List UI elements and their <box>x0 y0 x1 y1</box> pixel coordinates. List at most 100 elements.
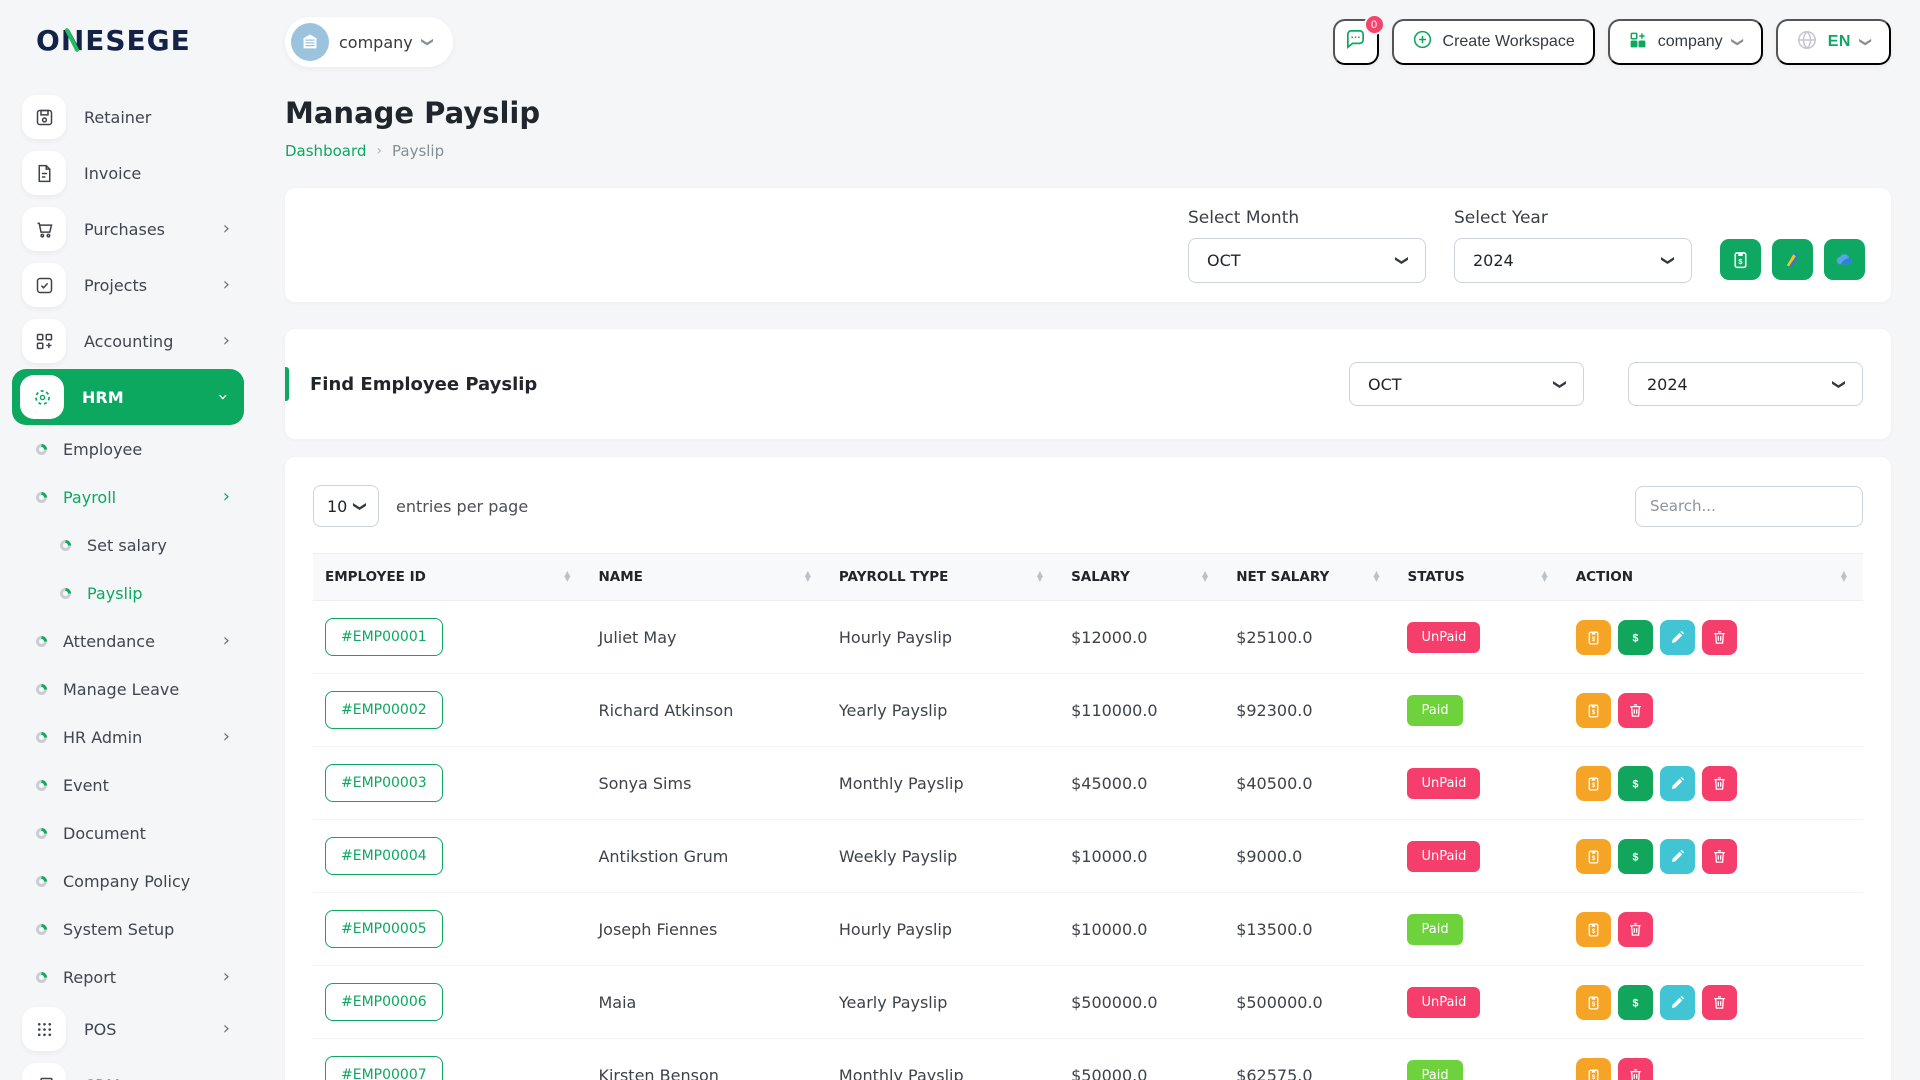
employee-id-link[interactable]: #EMP00002 <box>325 691 443 729</box>
edit-payslips-button[interactable] <box>1772 238 1813 280</box>
pay-button[interactable]: $ <box>1617 984 1653 1020</box>
company-menu-button[interactable]: company ❯ <box>1607 19 1763 65</box>
pay-button[interactable]: $ <box>1617 838 1653 874</box>
payroll-type: Hourly Payslip <box>826 892 1060 966</box>
row-actions: $ $ <box>1563 819 1863 893</box>
sidebar-item-accounting[interactable]: Accounting › <box>0 313 256 369</box>
payroll-type: Monthly Payslip <box>826 746 1060 820</box>
sidebar-item-payslip[interactable]: Payslip <box>0 569 256 617</box>
delete-button[interactable] <box>1701 765 1737 801</box>
main-content: company ❯ 0 Create Workspace company ❯ E… <box>256 0 1920 1080</box>
delete-button[interactable] <box>1617 692 1653 728</box>
export-payslips-button[interactable] <box>1824 238 1865 280</box>
sidebar-item-label: HR Admin <box>63 727 143 747</box>
delete-button[interactable] <box>1701 619 1737 655</box>
employee-name: Sonya Sims <box>586 746 827 820</box>
sort-icon[interactable]: ▲ ▼ <box>805 570 811 583</box>
column-header-employee-id[interactable]: EMPLOYEE ID ▲ ▼ <box>313 553 587 601</box>
sidebar-item-payroll[interactable]: Payroll › <box>0 473 256 521</box>
column-header-action[interactable]: ACTION ▲ ▼ <box>1563 553 1863 601</box>
workspace-selector[interactable]: company ❯ <box>285 17 453 67</box>
messages-button[interactable]: 0 <box>1332 14 1385 65</box>
payslip-icon: $ <box>1585 629 1602 646</box>
sidebar-item-document[interactable]: Document <box>0 809 256 857</box>
column-header-salary[interactable]: SALARY ▲ ▼ <box>1059 553 1225 601</box>
employee-id-link[interactable]: #EMP00004 <box>325 837 443 875</box>
sidebar-item-hrm[interactable]: HRM › <box>12 369 244 425</box>
breadcrumb-dashboard-link[interactable]: Dashboard <box>285 142 366 160</box>
pay-button[interactable]: $ <box>1617 619 1653 655</box>
sort-icon[interactable]: ▲ ▼ <box>1542 570 1548 583</box>
delete-button[interactable] <box>1701 984 1737 1020</box>
column-header-name[interactable]: NAME ▲ ▼ <box>586 553 827 601</box>
column-header-status[interactable]: STATUS ▲ ▼ <box>1395 553 1564 601</box>
edit-button[interactable] <box>1659 619 1695 655</box>
sidebar-item-projects[interactable]: Projects › <box>0 257 256 313</box>
sidebar-item-attendance[interactable]: Attendance › <box>0 617 256 665</box>
dot-icon <box>60 539 71 551</box>
row-actions: $ $ <box>1563 746 1863 820</box>
find-year-select[interactable]: 2024 ❯ <box>1628 362 1863 406</box>
dot-icon <box>36 731 47 743</box>
language-selector[interactable]: EN ❯ <box>1775 19 1891 65</box>
delete-button[interactable] <box>1617 911 1653 947</box>
payslip-button[interactable]: $ <box>1575 692 1611 728</box>
create-workspace-button[interactable]: Create Workspace <box>1391 19 1595 65</box>
find-month-select[interactable]: OCT ❯ <box>1349 362 1584 406</box>
sidebar-item-event[interactable]: Event <box>0 761 256 809</box>
sidebar-item-system-setup[interactable]: System Setup <box>0 905 256 953</box>
employee-id-link[interactable]: #EMP00003 <box>325 764 443 802</box>
sidebar-item-report[interactable]: Report › <box>0 953 256 1001</box>
payroll-type: Yearly Payslip <box>826 673 1060 747</box>
bulk-payslip-button[interactable]: $ <box>1720 238 1761 280</box>
sidebar-item-retainer[interactable]: Retainer <box>0 89 256 145</box>
sidebar-item-crm[interactable]: CRM › <box>0 1057 256 1080</box>
sidebar-item-invoice[interactable]: Invoice <box>0 145 256 201</box>
edit-button[interactable] <box>1659 984 1695 1020</box>
payslip-icon: $ <box>1585 775 1602 792</box>
payslip-button[interactable]: $ <box>1575 619 1611 655</box>
search-input[interactable] <box>1635 485 1863 527</box>
sidebar-item-employee[interactable]: Employee <box>0 425 256 473</box>
sidebar-item-hr-admin[interactable]: HR Admin › <box>0 713 256 761</box>
projects-icon <box>22 263 66 307</box>
sort-icon[interactable]: ▲ ▼ <box>1841 570 1847 583</box>
month-select[interactable]: OCT ❯ <box>1188 237 1426 283</box>
net-salary: $9000.0 <box>1224 819 1396 893</box>
employee-id-link[interactable]: #EMP00006 <box>325 983 443 1021</box>
column-header-net-salary[interactable]: NET SALARY ▲ ▼ <box>1224 553 1396 601</box>
net-salary: $92300.0 <box>1224 673 1396 747</box>
chevron-down-icon: ❯ <box>1858 36 1873 48</box>
payroll-type: Weekly Payslip <box>826 819 1060 893</box>
column-header-payroll-type[interactable]: PAYROLL TYPE ▲ ▼ <box>826 553 1060 601</box>
dot-icon <box>36 491 47 503</box>
employee-id-link[interactable]: #EMP00005 <box>325 910 443 948</box>
sidebar-item-company-policy[interactable]: Company Policy <box>0 857 256 905</box>
payslip-button[interactable]: $ <box>1575 984 1611 1020</box>
sidebar-item-purchases[interactable]: Purchases › <box>0 201 256 257</box>
sort-icon[interactable]: ▲ ▼ <box>564 570 570 583</box>
pay-icon: $ <box>1627 848 1644 865</box>
pay-button[interactable]: $ <box>1617 765 1653 801</box>
delete-button[interactable] <box>1617 1057 1653 1080</box>
payslip-button[interactable]: $ <box>1575 911 1611 947</box>
payslip-button[interactable]: $ <box>1575 765 1611 801</box>
edit-button[interactable] <box>1659 765 1695 801</box>
payslip-button[interactable]: $ <box>1575 1057 1611 1080</box>
employee-id-link[interactable]: #EMP00001 <box>325 618 443 656</box>
sort-icon[interactable]: ▲ ▼ <box>1373 570 1379 583</box>
delete-button[interactable] <box>1701 838 1737 874</box>
sidebar-item-set-salary[interactable]: Set salary <box>0 521 256 569</box>
chevron-down-icon: ❯ <box>352 500 368 512</box>
payslip-button[interactable]: $ <box>1575 838 1611 874</box>
sidebar-item-manage-leave[interactable]: Manage Leave <box>0 665 256 713</box>
year-select[interactable]: 2024 ❯ <box>1454 237 1692 283</box>
employee-id-link[interactable]: #EMP00007 <box>325 1056 443 1080</box>
edit-button[interactable] <box>1659 838 1695 874</box>
sidebar-item-label: Retainer <box>84 107 152 127</box>
entries-per-page-select[interactable]: 10 ❯ <box>313 485 379 527</box>
sidebar-item-pos[interactable]: POS › <box>0 1001 256 1057</box>
sort-icon[interactable]: ▲ ▼ <box>1037 570 1043 583</box>
edit-icon <box>1669 775 1686 792</box>
sort-icon[interactable]: ▲ ▼ <box>1202 570 1208 583</box>
